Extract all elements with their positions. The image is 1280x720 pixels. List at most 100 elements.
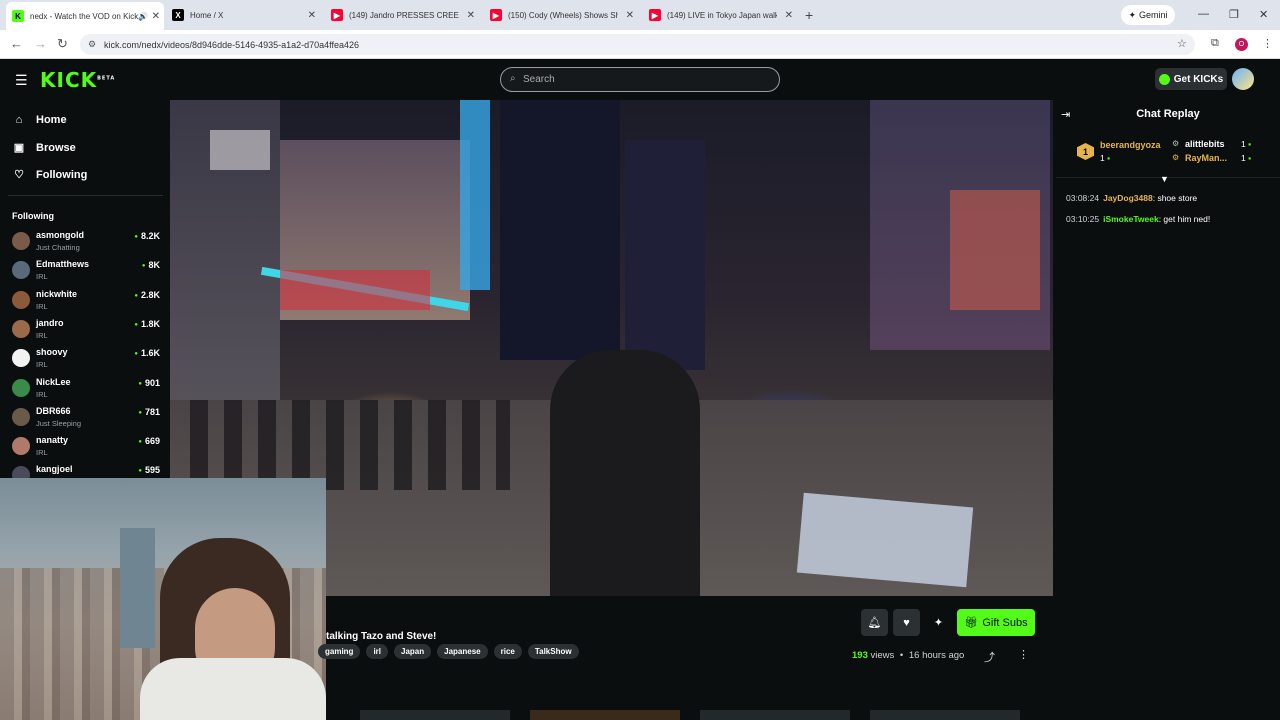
close-tab-icon[interactable]: ✕ <box>308 10 316 21</box>
following-item[interactable]: DBR666 Just Sleeping 781 <box>12 405 160 431</box>
close-tab-icon[interactable]: ✕ <box>152 11 160 22</box>
channel-category: Just Chatting <box>36 243 80 252</box>
chat-message: 03:10:25 iSmokeTweek: get him ned! <box>1066 214 1210 224</box>
user-avatar[interactable] <box>1232 68 1254 90</box>
close-tab-icon[interactable]: ✕ <box>467 10 475 21</box>
close-window-icon[interactable]: ✕ <box>1259 8 1268 21</box>
sidebar-item-following[interactable]: ♡ Following <box>12 168 87 182</box>
channel-name: nanatty <box>36 435 69 446</box>
leaderboard-top-user[interactable]: beerandgyoza <box>1100 140 1161 150</box>
share-icon[interactable]: ⤴ <box>984 649 995 665</box>
related-video-thumb[interactable] <box>360 710 510 720</box>
viewer-count: 669 <box>138 436 160 446</box>
extensions-icon[interactable]: ⧉ <box>1211 37 1219 50</box>
collapse-chat-icon[interactable]: ⇥ <box>1061 108 1070 121</box>
sidebar-item-home[interactable]: ⌂ Home <box>12 114 67 126</box>
heart-icon: ♥ <box>903 616 910 629</box>
profile-avatar[interactable]: O <box>1235 38 1248 51</box>
video-title: talking Tazo and Steve! <box>326 631 437 642</box>
following-item[interactable]: shoovy IRL 1.6K <box>12 346 160 372</box>
channel-avatar <box>12 378 30 397</box>
close-tab-icon[interactable]: ✕ <box>785 10 793 21</box>
video-sign <box>210 130 270 170</box>
video-neon-red <box>280 270 430 310</box>
message-timestamp: 03:10:25 <box>1066 214 1100 224</box>
gemini-button[interactable]: ✦ Gemini <box>1121 5 1175 25</box>
restore-icon[interactable]: ❐ <box>1229 8 1239 21</box>
video-neon-blue <box>460 100 490 290</box>
related-video-thumb[interactable] <box>700 710 850 720</box>
close-tab-icon[interactable]: ✕ <box>626 10 634 21</box>
reload-icon[interactable]: ↻ <box>57 36 68 52</box>
kick-icon: K <box>12 10 24 22</box>
browser-tab-youtube-2[interactable]: ▶ (150) Cody (Wheels) Shows Sha ✕ <box>484 4 638 26</box>
tag-chip[interactable]: Japanese <box>437 644 488 659</box>
forward-icon[interactable]: → <box>34 36 47 51</box>
following-item[interactable]: nanatty IRL 669 <box>12 434 160 460</box>
tag-chip[interactable]: rice <box>493 644 522 659</box>
following-heading: Following <box>12 211 54 221</box>
notification-bell-button[interactable]: 🔔︎ <box>861 609 888 636</box>
browse-icon: ▣ <box>13 142 25 154</box>
following-item[interactable]: asmongold Just Chatting 8.2K <box>12 229 160 255</box>
logo-text: KICK <box>40 68 98 92</box>
channel-category: IRL <box>36 448 48 458</box>
sparkle-button[interactable]: ✦ <box>925 609 952 636</box>
browser-tab-youtube-1[interactable]: ▶ (149) Jandro PRESSES CREEPY S ✕ <box>325 4 479 26</box>
video-signs-right <box>950 190 1040 310</box>
following-item[interactable]: nickwhite IRL 2.8K <box>12 288 160 314</box>
speaker-icon[interactable]: 🔊 <box>138 12 148 21</box>
related-video-thumb[interactable] <box>530 710 680 720</box>
message-username[interactable]: iSmokeTweek <box>1103 214 1159 224</box>
tab-title: Home / X <box>190 10 224 20</box>
tag-chip[interactable]: Japan <box>394 644 432 659</box>
channel-name: shoovy <box>36 347 68 358</box>
message-username[interactable]: JayDog3488 <box>1103 193 1153 203</box>
browser-tab-youtube-3[interactable]: ▶ (149) LIVE in Tokyo Japan walki ✕ <box>643 4 797 26</box>
channel-name: jandro <box>36 317 64 328</box>
get-kicks-label: Get KICKs <box>1173 73 1224 85</box>
new-tab-icon[interactable]: + <box>805 7 813 23</box>
following-item[interactable]: NickLee IRL 901 <box>12 376 160 402</box>
site-header: ☰ KICKBETA ⌕ Search Get KICKs <box>0 59 1280 100</box>
channel-avatar <box>12 290 30 309</box>
chat-title: Chat Replay <box>1136 108 1200 120</box>
viewer-count: 8.2K <box>134 231 160 241</box>
kick-logo[interactable]: KICKBETA <box>40 68 115 92</box>
get-kicks-button[interactable]: Get KICKs <box>1155 68 1227 90</box>
url-field[interactable]: ⚙ kick.com/nedx/videos/8d946dde-5146-493… <box>80 34 1195 55</box>
expand-leaderboard-icon[interactable]: ▼ <box>1160 174 1169 184</box>
leaderboard-user[interactable]: alittlebits <box>1185 139 1225 149</box>
hamburger-menu-icon[interactable]: ☰ <box>15 72 28 89</box>
site-info-icon[interactable]: ⚙ <box>88 39 96 50</box>
following-item[interactable]: jandro IRL 1.8K <box>12 317 160 343</box>
channel-avatar <box>12 437 30 456</box>
tag-chip[interactable]: irl <box>366 644 389 659</box>
url-text: kick.com/nedx/videos/8d946dde-5146-4935-… <box>104 39 360 50</box>
following-item[interactable]: Edmatthews IRL 8K <box>12 258 160 284</box>
bookmark-star-icon[interactable]: ☆ <box>1177 37 1187 50</box>
minimize-icon[interactable]: — <box>1198 8 1209 20</box>
viewer-count: 595 <box>138 465 160 475</box>
channel-name: NickLee <box>36 376 71 387</box>
more-options-icon[interactable]: ⋮ <box>1018 648 1029 661</box>
browser-tab-kick[interactable]: K nedx - Watch the VOD on Kick 🔊 ✕ <box>6 2 164 30</box>
tab-title: (150) Cody (Wheels) Shows Sha <box>508 10 618 20</box>
home-icon: ⌂ <box>15 114 23 126</box>
browser-tab-x[interactable]: X Home / X ✕ <box>166 4 320 26</box>
gift-leaderboard: 1 beerandgyoza 1 ⚙ alittlebits 1 ⚙ RayMa… <box>1056 132 1280 178</box>
follow-heart-button[interactable]: ♥ <box>893 609 920 636</box>
tag-chip[interactable]: TalkShow <box>527 644 579 659</box>
back-icon[interactable]: ← <box>10 36 23 51</box>
search-input[interactable]: ⌕ Search <box>500 67 780 92</box>
x-icon: X <box>172 9 184 21</box>
tab-title: (149) LIVE in Tokyo Japan walki <box>667 10 777 20</box>
message-text: shoe store <box>1157 193 1198 203</box>
leaderboard-user[interactable]: RayMan... <box>1185 153 1227 163</box>
streamer-webcam <box>0 478 326 720</box>
related-video-thumb[interactable] <box>870 710 1020 720</box>
tag-chip[interactable]: gaming <box>318 644 361 659</box>
gift-subs-button[interactable]: 🎁︎ Gift Subs <box>957 609 1035 636</box>
sidebar-item-browse[interactable]: ▣ Browse <box>12 141 76 155</box>
browser-menu-icon[interactable]: ⋮ <box>1262 37 1273 50</box>
